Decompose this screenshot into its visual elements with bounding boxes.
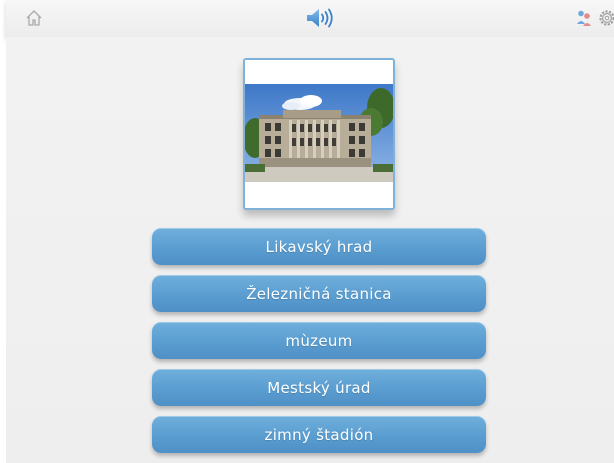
speaker-icon xyxy=(307,8,333,28)
people-icon xyxy=(577,10,591,26)
answer-button-5[interactable]: zimný štadión xyxy=(152,416,486,453)
answer-button-3[interactable]: mùzeum xyxy=(152,322,486,359)
home-icon xyxy=(26,10,42,26)
answer-button-1[interactable]: Likavský hrad xyxy=(152,228,486,265)
home-button[interactable] xyxy=(22,6,46,30)
answer-button-4[interactable]: Mestský úrad xyxy=(152,369,486,406)
answer-button-2[interactable]: Železničná stanica xyxy=(152,275,486,312)
quiz-screen: Likavský hrad Železničná stanica mùzeum … xyxy=(0,0,614,463)
top-toolbar xyxy=(6,0,614,37)
answer-list: Likavský hrad Železničná stanica mùzeum … xyxy=(152,228,486,463)
people-button[interactable] xyxy=(576,9,592,27)
gear-icon xyxy=(599,10,614,26)
building-photo xyxy=(245,60,393,208)
question-image-card xyxy=(243,58,395,210)
settings-button[interactable] xyxy=(598,9,614,27)
speaker-button[interactable] xyxy=(302,6,338,30)
